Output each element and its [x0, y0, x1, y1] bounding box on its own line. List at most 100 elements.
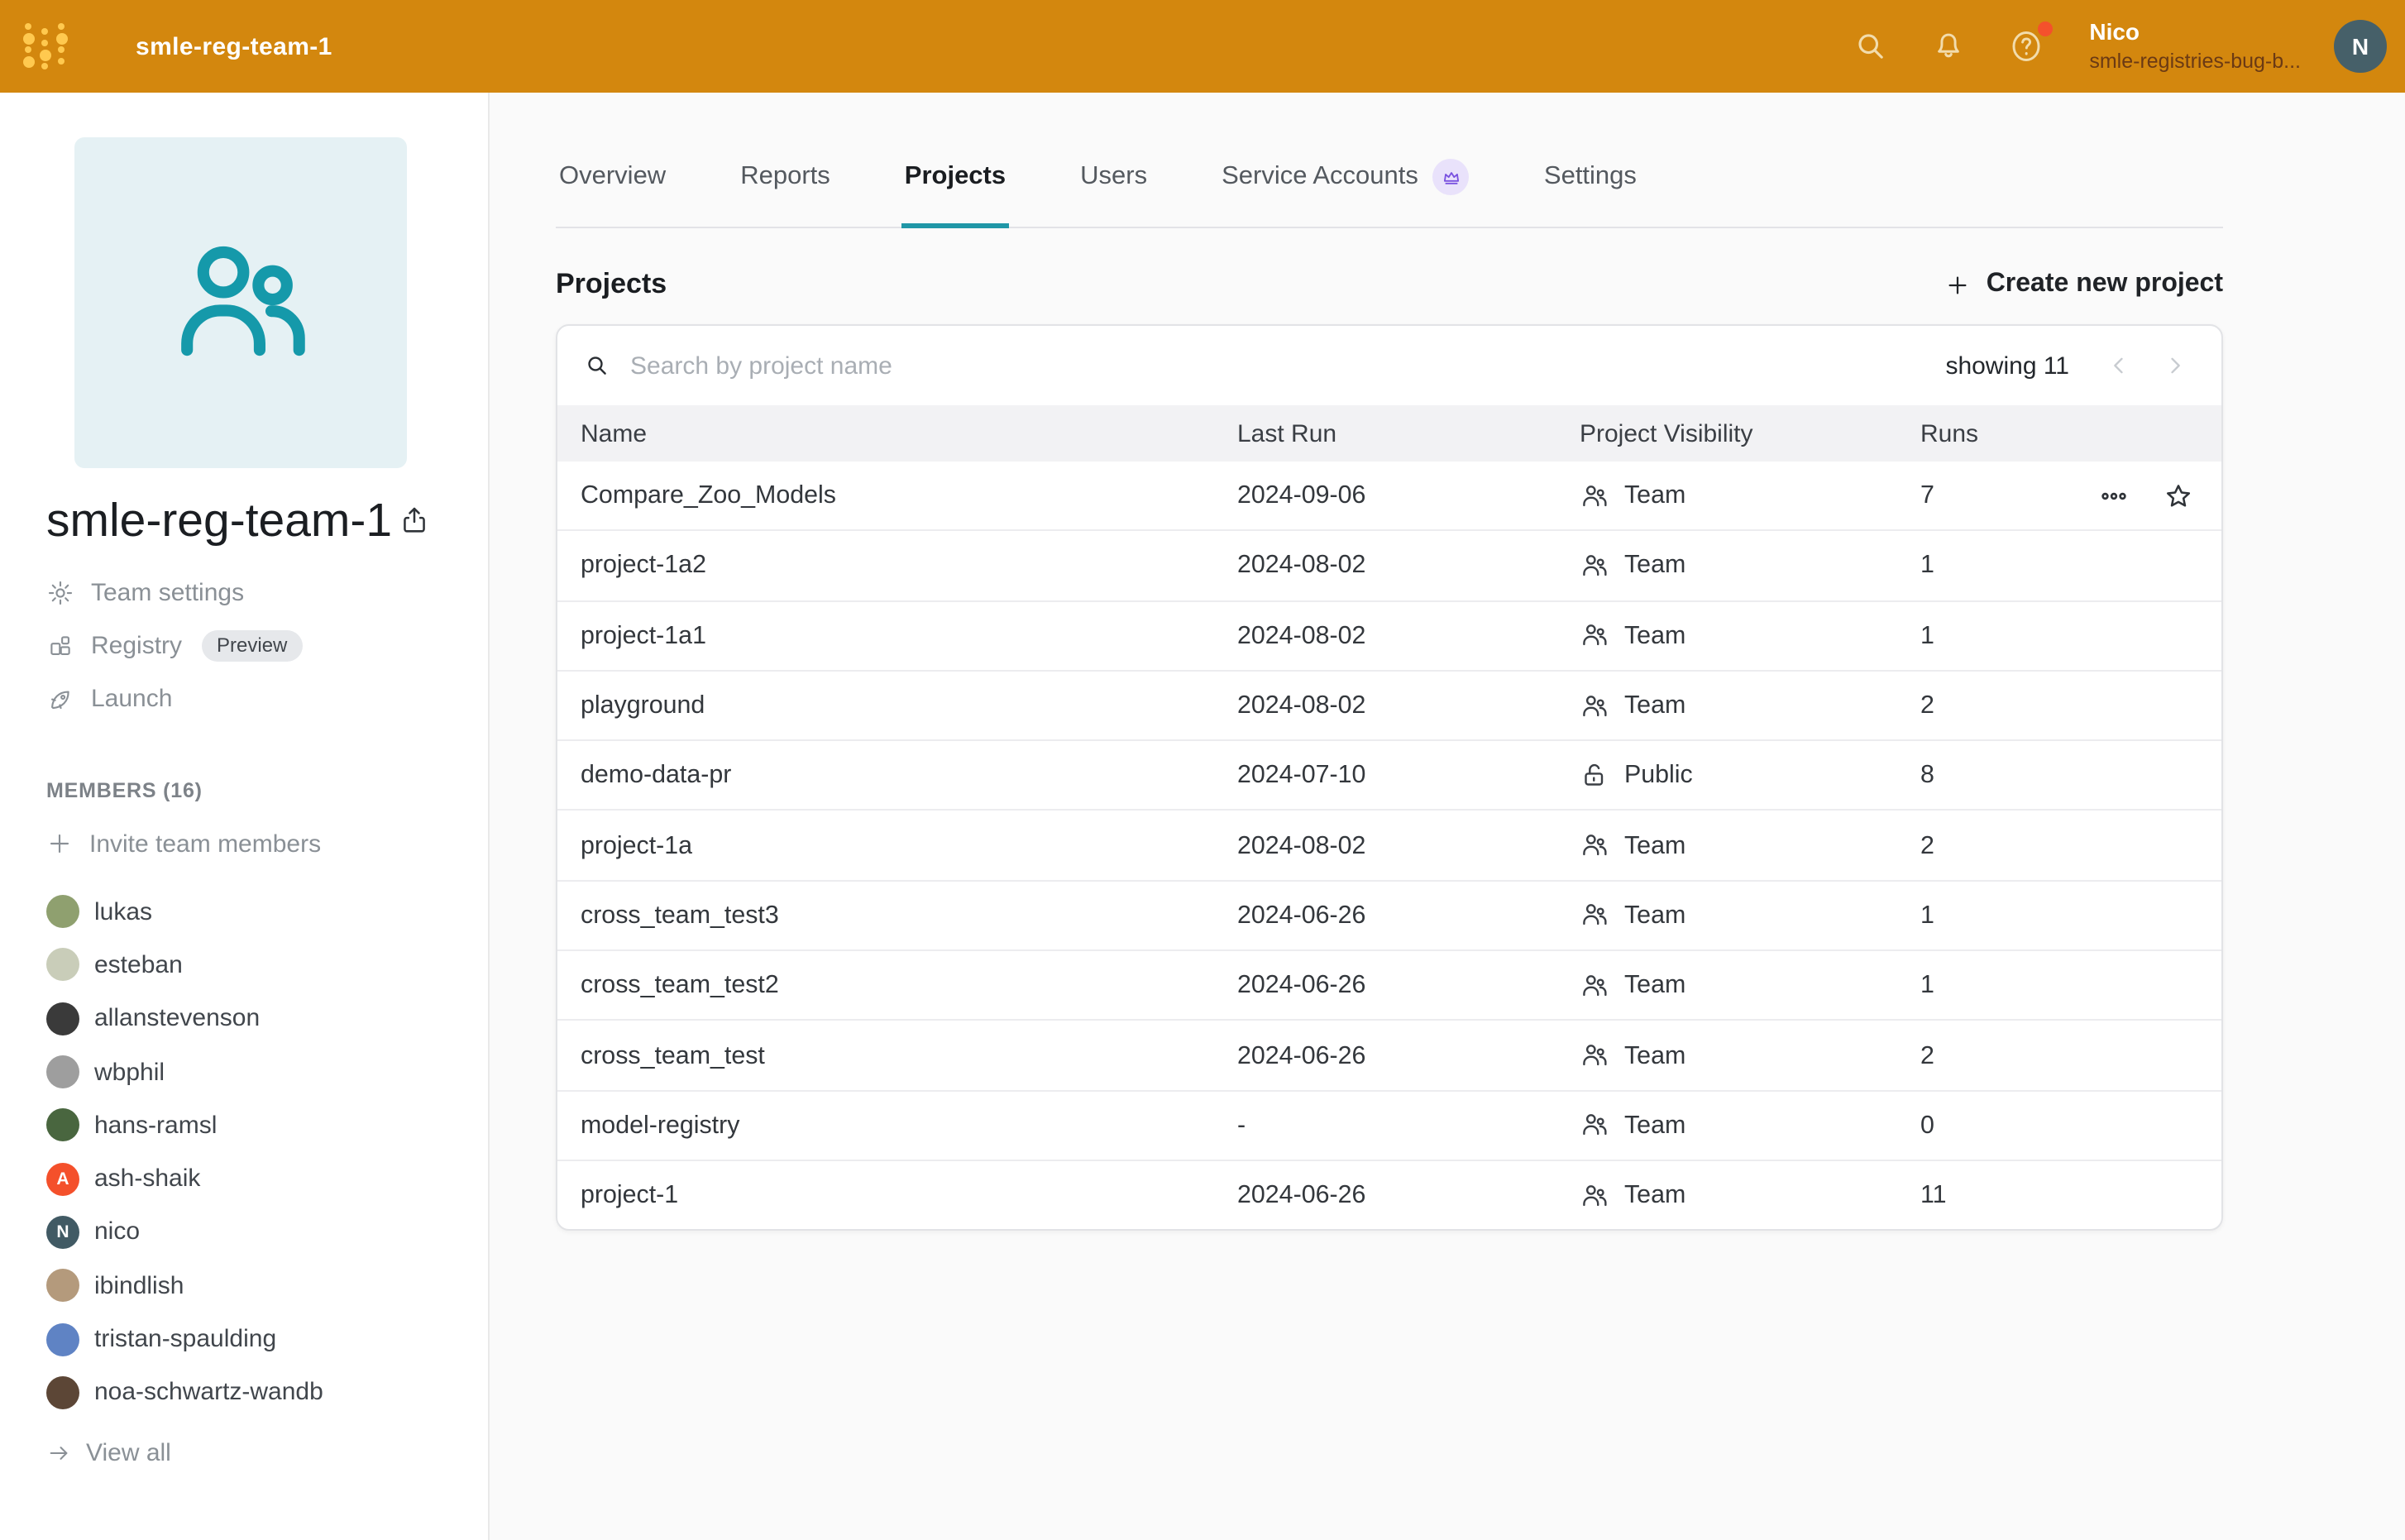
tab[interactable]: Reports [737, 144, 834, 228]
project-row[interactable]: model-registry - [557, 1089, 2221, 1160]
project-runs: 0 [1920, 1112, 2069, 1140]
create-new-project-button[interactable]: Create new project [1945, 270, 2223, 299]
member-row[interactable]: wbphil [46, 1045, 488, 1099]
visibility-label: Team [1624, 621, 1685, 649]
lock-open-icon [1580, 761, 1609, 791]
project-row[interactable]: cross_team_test2 2024-06-26 [557, 949, 2221, 1020]
project-row[interactable]: project-1a1 2024-08-02 [557, 600, 2221, 670]
project-name: model-registry [581, 1112, 1237, 1140]
tab[interactable]: Service Accounts [1218, 144, 1473, 228]
next-page-button[interactable] [2155, 346, 2195, 385]
project-row[interactable]: project-1a 2024-08-02 [557, 810, 2221, 880]
sidebar-item-label: Team settings [91, 578, 244, 606]
project-row[interactable]: demo-data-pr 2024-07-10 [557, 739, 2221, 810]
visibility-label: Team [1624, 902, 1685, 930]
member-row[interactable]: ibindlish [46, 1259, 488, 1313]
user-avatar[interactable]: N [2334, 20, 2387, 73]
visibility-label: Team [1624, 831, 1685, 859]
team-people-icon [1580, 551, 1609, 581]
member-row[interactable]: esteban [46, 939, 488, 992]
column-header-last-run: Last Run [1237, 419, 1580, 447]
notifications-bell-icon[interactable] [1930, 28, 1967, 65]
project-name: project-1 [581, 1181, 1237, 1209]
project-row[interactable]: project-1a2 2024-08-02 [557, 530, 2221, 600]
team-people-icon [1580, 481, 1609, 510]
visibility-label: Team [1624, 971, 1685, 999]
project-visibility: Public [1580, 761, 1920, 791]
member-avatar [46, 1109, 79, 1142]
view-all-members-link[interactable]: View all [46, 1439, 488, 1467]
project-visibility: Team [1580, 970, 1920, 1000]
project-visibility: Team [1580, 551, 1920, 581]
project-runs: 8 [1920, 762, 2069, 790]
visibility-label: Team [1624, 691, 1685, 720]
visibility-label: Public [1624, 762, 1693, 790]
registry-grid-icon [46, 631, 74, 659]
project-row[interactable]: project-1 2024-06-26 [557, 1160, 2221, 1230]
member-row[interactable]: hans-ramsl [46, 1098, 488, 1152]
project-visibility: Team [1580, 901, 1920, 930]
user-name: Nico [2089, 17, 2301, 48]
invite-label: Invite team members [89, 830, 321, 858]
project-name: cross_team_test3 [581, 902, 1237, 930]
project-name: cross_team_test2 [581, 971, 1237, 999]
column-header-name: Name [581, 419, 1237, 447]
user-info[interactable]: Nico smle-registries-bug-b... [2089, 17, 2301, 76]
project-name: cross_team_test [581, 1041, 1237, 1069]
project-row[interactable]: Compare_Zoo_Models 2024-09-06 [557, 462, 2221, 530]
sidebar-item-launch[interactable]: Launch [46, 672, 488, 725]
projects-panel: showing 11 Name Last Run [556, 324, 2223, 1232]
tab-label: Overview [559, 162, 666, 192]
share-icon[interactable] [399, 505, 430, 536]
project-last-run: 2024-08-02 [1237, 831, 1580, 859]
project-row[interactable]: cross_team_test3 2024-06-26 [557, 880, 2221, 950]
tab[interactable]: Projects [901, 144, 1009, 228]
team-avatar [74, 137, 407, 468]
member-row[interactable]: A ash-shaik [46, 1152, 488, 1206]
visibility-label: Team [1624, 1112, 1685, 1140]
topbar-right-group: Nico smle-registries-bug-b... N [1853, 17, 2405, 76]
member-avatar: N [46, 1216, 79, 1249]
table-header-row: Name Last Run Project Visibility Runs [557, 405, 2221, 462]
project-last-run: 2024-06-26 [1237, 971, 1580, 999]
member-row[interactable]: lukas [46, 885, 488, 939]
tab[interactable]: Settings [1541, 144, 1640, 228]
project-last-run: 2024-08-02 [1237, 691, 1580, 720]
member-avatar [46, 1269, 79, 1302]
team-people-icon [1580, 901, 1609, 930]
member-row[interactable]: noa-schwartz-wandb [46, 1365, 488, 1419]
tab-label: Service Accounts [1222, 162, 1418, 192]
member-row[interactable]: tristan-spaulding [46, 1313, 488, 1366]
sidebar-item-team-settings[interactable]: Team settings [46, 566, 488, 619]
visibility-label: Team [1624, 1041, 1685, 1069]
search-icon[interactable] [1853, 28, 1889, 65]
view-all-label: View all [86, 1439, 171, 1467]
team-people-icon [1580, 1180, 1609, 1210]
member-row[interactable]: allanstevenson [46, 992, 488, 1045]
invite-team-members-button[interactable]: Invite team members [46, 824, 488, 863]
tab[interactable]: Overview [556, 144, 669, 228]
more-options-icon[interactable] [2099, 481, 2129, 510]
gear-icon [46, 578, 74, 606]
members-section-header: MEMBERS (16) [46, 779, 488, 802]
star-icon[interactable] [2164, 481, 2193, 510]
project-visibility: Team [1580, 1111, 1920, 1141]
project-name: project-1a [581, 831, 1237, 859]
project-search-row: showing 11 [557, 326, 2221, 405]
member-name: esteban [94, 951, 183, 979]
member-row[interactable]: N nico [46, 1206, 488, 1260]
project-row[interactable]: cross_team_test 2024-06-26 [557, 1020, 2221, 1090]
project-row[interactable]: playground 2024-08-02 [557, 670, 2221, 740]
tab[interactable]: Users [1077, 144, 1150, 228]
wandb-logo-icon[interactable] [0, 0, 93, 93]
project-last-run: 2024-08-02 [1237, 552, 1580, 580]
team-people-icon [1580, 620, 1609, 650]
help-icon[interactable] [2008, 28, 2044, 65]
sidebar-item-registry[interactable]: Registry Preview [46, 619, 488, 672]
tab-label: Settings [1544, 162, 1637, 192]
visibility-label: Team [1624, 481, 1685, 509]
team-people-icon [1580, 970, 1609, 1000]
prev-page-button[interactable] [2099, 346, 2139, 385]
preview-badge: Preview [202, 629, 302, 661]
project-search-input[interactable] [627, 350, 1929, 381]
